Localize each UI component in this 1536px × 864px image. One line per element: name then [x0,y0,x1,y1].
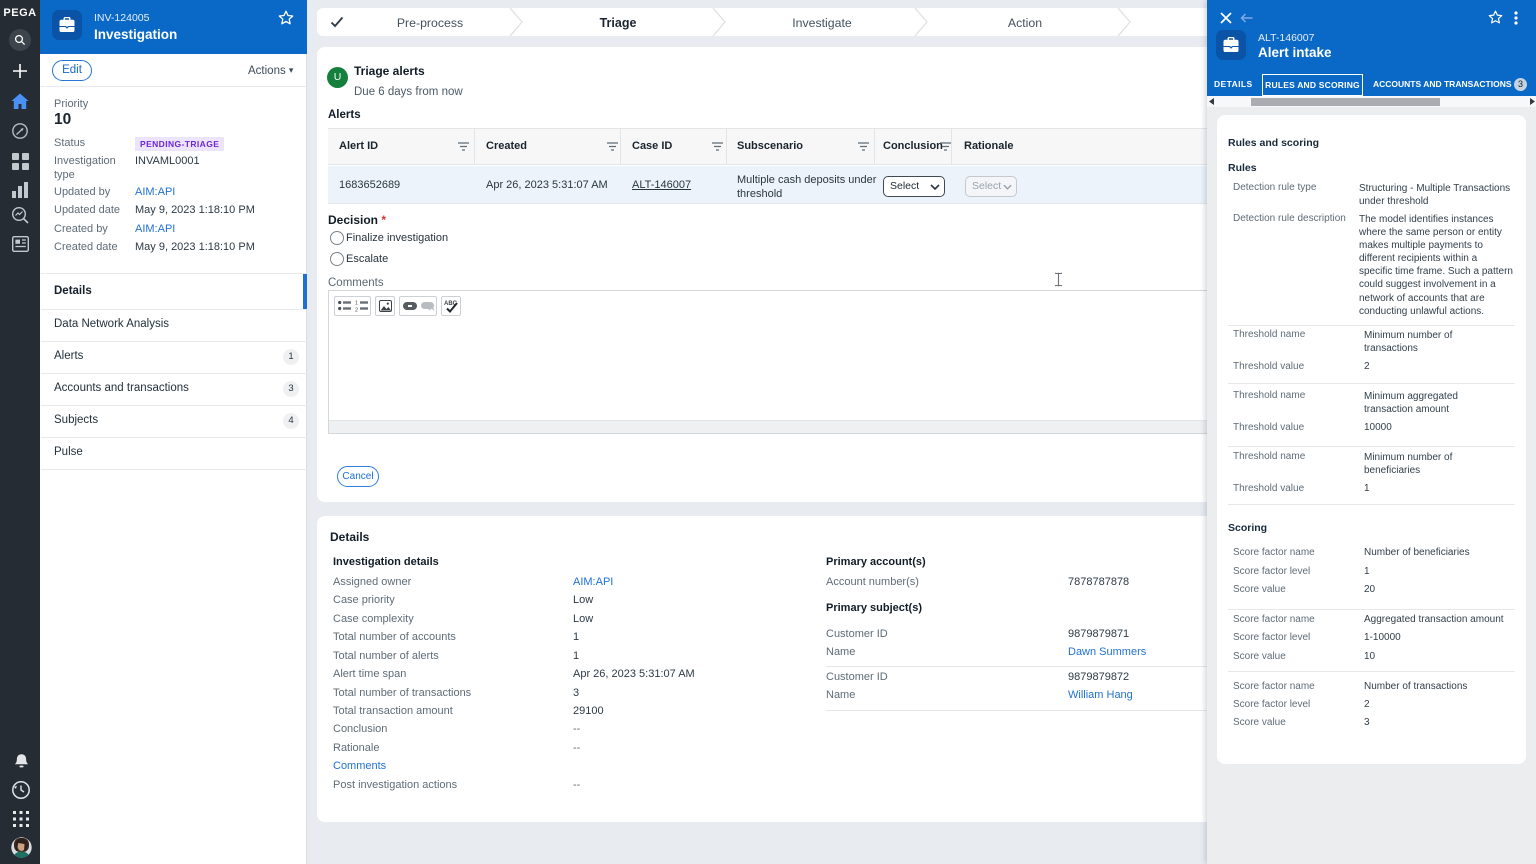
svg-text:1: 1 [355,301,358,307]
svg-text:2: 2 [355,308,358,312]
